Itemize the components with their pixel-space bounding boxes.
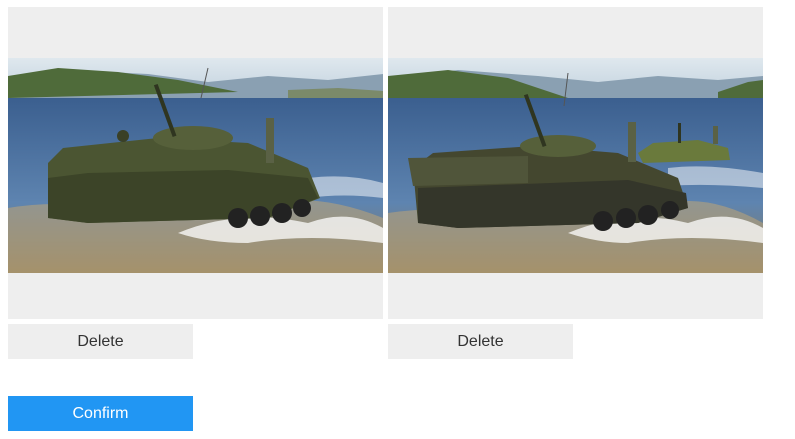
delete-button-1[interactable]: Delete — [8, 324, 193, 359]
image-card-1 — [8, 7, 383, 319]
vehicle-photo-2 — [388, 58, 763, 273]
image-card-2 — [388, 7, 763, 319]
vehicle-photo-1 — [8, 58, 383, 273]
confirm-button[interactable]: Confirm — [8, 396, 193, 431]
delete-button-2[interactable]: Delete — [388, 324, 573, 359]
